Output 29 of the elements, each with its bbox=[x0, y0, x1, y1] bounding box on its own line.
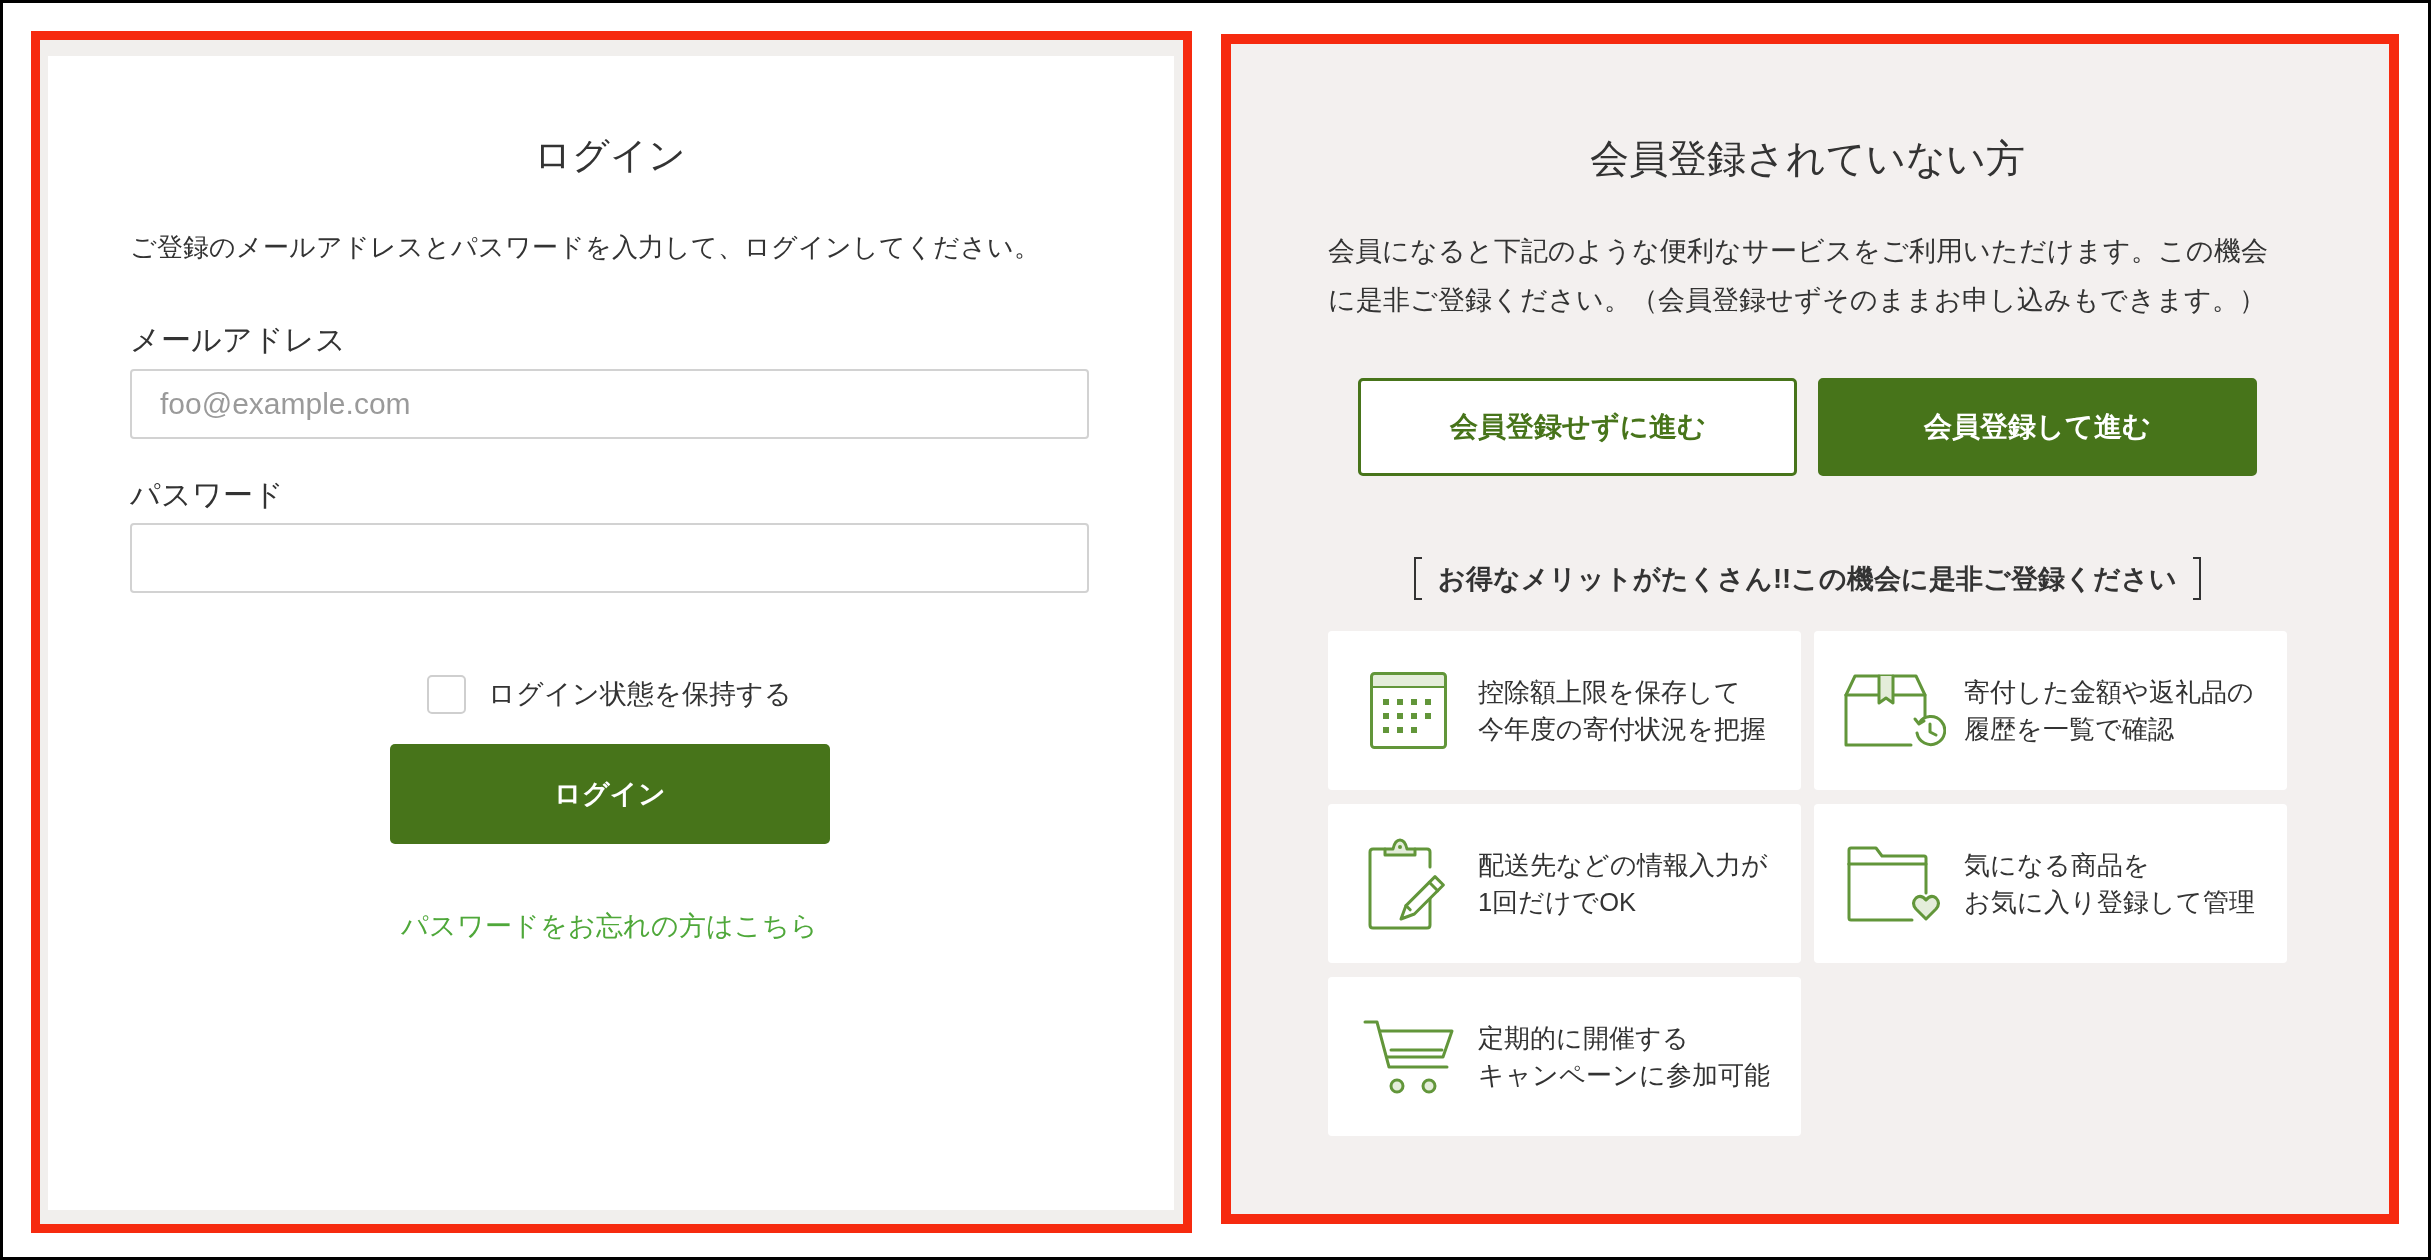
benefit-text: キャンペーンに参加可能 bbox=[1478, 1059, 1770, 1091]
cart-icon bbox=[1362, 1018, 1454, 1095]
continue-without-signup-button[interactable]: 会員登録せずに進む bbox=[1358, 378, 1797, 476]
remember-label: ログイン状態を保持する bbox=[488, 678, 792, 711]
remember-checkbox[interactable] bbox=[427, 674, 466, 714]
forgot-password-link[interactable]: パスワードをお忘れの方はこちら bbox=[401, 906, 818, 946]
login-description: ご登録のメールアドレスとパスワードを入力して、ログインしてください。 bbox=[130, 231, 1040, 264]
box-clock-icon bbox=[1842, 673, 1946, 748]
benefit-text: 控除額上限を保存して bbox=[1478, 676, 1741, 708]
calendar-icon bbox=[1369, 672, 1447, 749]
guest-description: 会員になると下記のような便利なサービスをご利用いただけます。この機会に是非ご登録ください。（会員登録せずそのままお申し込みもできます。） bbox=[1328, 235, 2269, 317]
benefits-heading: お得なメリットがたくさん!!この機会に是非ご登録ください bbox=[1413, 557, 2202, 600]
input-field[interactable]: foo@example.com bbox=[130, 369, 1089, 439]
folder-heart-icon bbox=[1846, 845, 1942, 922]
signup-button[interactable]: 会員登録して進む bbox=[1818, 378, 2257, 476]
login-title: ログイン bbox=[533, 134, 686, 178]
benefit-text: 定期的に開催する bbox=[1478, 1022, 1689, 1054]
benefit-text: 1回だけでOK bbox=[1478, 886, 1637, 918]
login-button[interactable]: ログイン bbox=[389, 744, 830, 844]
field-label: メールアドレス bbox=[130, 322, 346, 358]
benefit-text: 今年度の寄付状況を把握 bbox=[1478, 713, 1766, 745]
benefit-text: 履歴を一覧で確認 bbox=[1964, 713, 2174, 745]
benefit-text: 配送先などの情報入力が bbox=[1478, 849, 1768, 881]
input-field[interactable] bbox=[130, 523, 1089, 593]
guest-title: 会員登録されていない方 bbox=[1590, 136, 2025, 182]
benefit-text: 気になる商品を bbox=[1964, 849, 2150, 881]
benefit-text: お気に入り登録して管理 bbox=[1964, 886, 2255, 918]
field-label: パスワード bbox=[130, 477, 284, 513]
benefit-text: 寄付した金額や返礼品の bbox=[1964, 676, 2254, 708]
